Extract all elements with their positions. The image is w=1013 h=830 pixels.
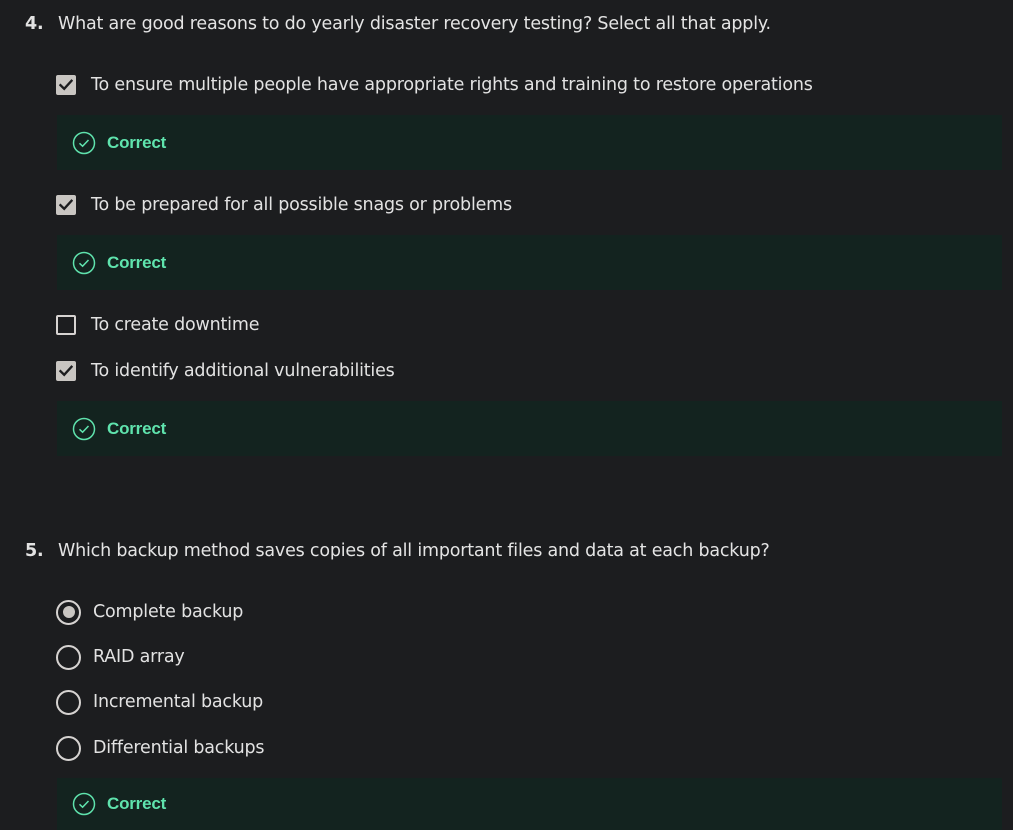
option-identify-vulnerabilities[interactable]: To identify additional vulnerabilities	[56, 358, 395, 384]
option-differential-backups[interactable]: Differential backups	[56, 735, 265, 761]
question-text: What are good reasons to do yearly disas…	[58, 14, 771, 34]
correct-feedback: Correct	[57, 401, 1002, 456]
radio-selected-dot	[62, 606, 75, 618]
feedback-label: Correct	[107, 132, 167, 152]
check-icon	[59, 79, 73, 91]
correct-feedback: Correct	[57, 115, 1002, 170]
option-ensure-rights[interactable]: To ensure multiple people have appropria…	[56, 72, 813, 98]
feedback-label: Correct	[107, 794, 167, 813]
correct-feedback: Correct	[57, 235, 1002, 290]
check-circle-icon	[72, 417, 96, 440]
option-label: Differential backups	[93, 738, 265, 758]
checkbox[interactable]	[56, 361, 76, 381]
option-label: RAID array	[93, 647, 185, 667]
option-label: To create downtime	[91, 315, 260, 335]
option-label: Complete backup	[93, 602, 244, 622]
option-label: To identify additional vulnerabilities	[91, 361, 395, 381]
question-number: 4.	[25, 14, 44, 34]
option-create-downtime[interactable]: To create downtime	[56, 312, 259, 338]
question-header: 5. Which backup method saves copies of a…	[25, 541, 770, 561]
option-label: Incremental backup	[93, 692, 264, 712]
radio-button[interactable]	[56, 735, 81, 761]
checkbox[interactable]	[56, 75, 76, 95]
option-prepared-snags[interactable]: To be prepared for all possible snags or…	[56, 192, 512, 218]
feedback-label: Correct	[107, 418, 167, 438]
option-incremental-backup[interactable]: Incremental backup	[56, 689, 263, 715]
checkbox[interactable]	[56, 315, 76, 335]
check-circle-icon	[72, 792, 96, 816]
correct-feedback: Correct	[57, 778, 1002, 830]
checkbox[interactable]	[56, 195, 76, 215]
option-label: To be prepared for all possible snags or…	[91, 195, 512, 215]
check-icon	[59, 365, 73, 377]
option-raid-array[interactable]: RAID array	[56, 644, 185, 670]
feedback-label: Correct	[107, 252, 167, 272]
question-header: 4. What are good reasons to do yearly di…	[25, 14, 771, 34]
option-label: To ensure multiple people have appropria…	[91, 75, 813, 95]
option-complete-backup[interactable]: Complete backup	[56, 599, 243, 625]
radio-button[interactable]	[56, 644, 81, 670]
check-circle-icon	[72, 251, 96, 274]
radio-button[interactable]	[56, 689, 81, 715]
radio-button[interactable]	[56, 599, 81, 625]
check-icon	[59, 199, 73, 211]
question-text: Which backup method saves copies of all …	[58, 541, 770, 561]
check-circle-icon	[72, 131, 96, 154]
question-number: 5.	[25, 541, 44, 561]
